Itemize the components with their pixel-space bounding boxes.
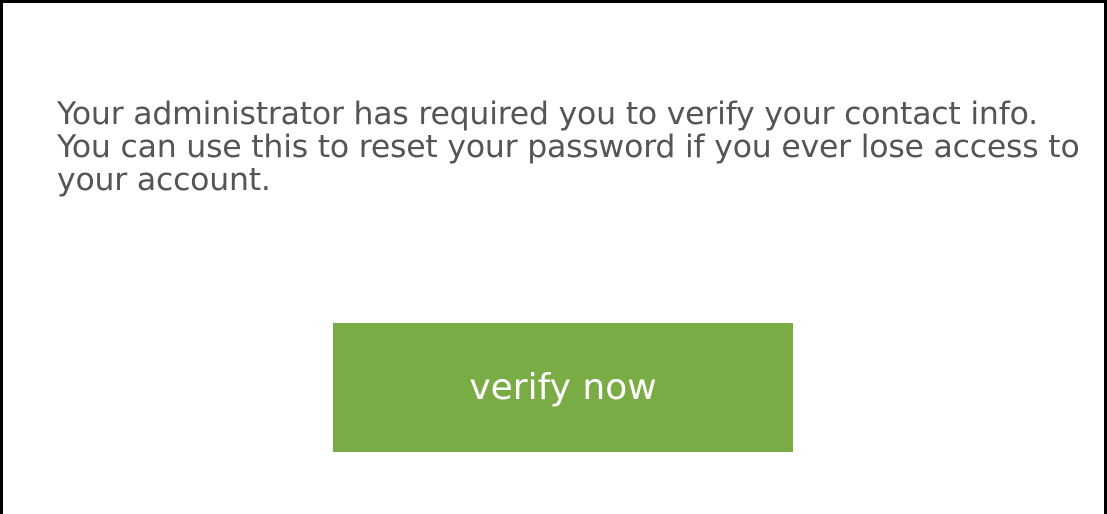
verify-contact-dialog: Your administrator has required you to v… <box>0 0 1107 514</box>
verify-now-button[interactable]: verify now <box>333 323 793 452</box>
verification-message: Your administrator has required you to v… <box>57 96 1080 198</box>
